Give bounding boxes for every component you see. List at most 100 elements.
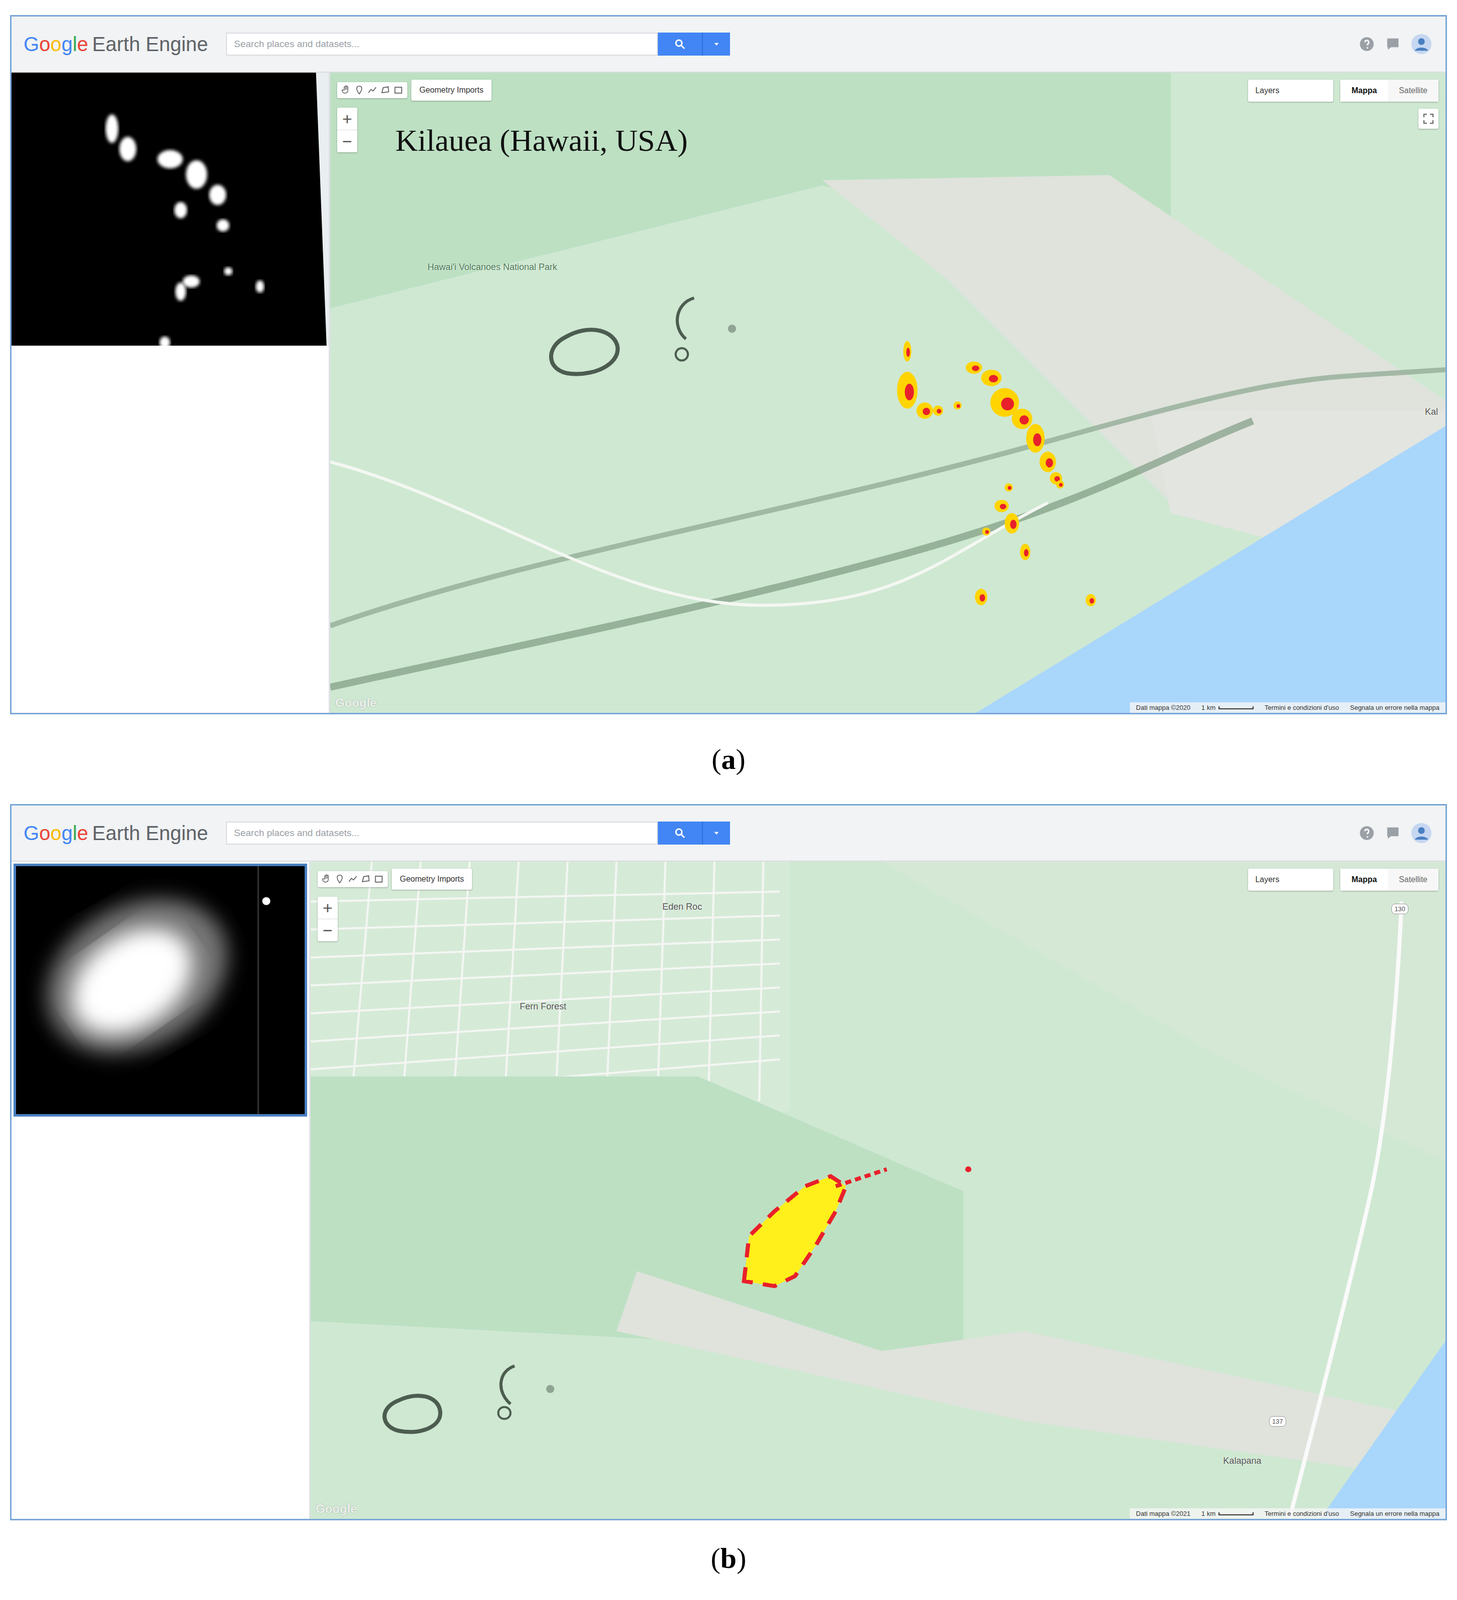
feedback-icon[interactable] — [1385, 36, 1401, 52]
zoom-control: +− — [337, 107, 358, 153]
hotspot — [982, 527, 991, 536]
zoom-out-button[interactable]: − — [337, 130, 358, 153]
figure: GoogleEarth EngineSearch places and data… — [0, 0, 1457, 1600]
logo-google: Google — [23, 33, 89, 56]
geometry-imports-button[interactable]: Geometry Imports — [411, 79, 492, 101]
polygon-icon[interactable] — [360, 874, 371, 885]
fullscreen-icon[interactable] — [1422, 112, 1435, 125]
map-type-button[interactable]: Mappa — [1340, 868, 1388, 891]
hotspot — [994, 500, 1010, 513]
layers-button[interactable]: Layers — [1248, 868, 1334, 891]
attribution-link[interactable]: Termini e condizioni d'uso — [1264, 1510, 1339, 1518]
rectangle-icon[interactable] — [393, 85, 404, 96]
search-field[interactable]: Search places and datasets... — [225, 32, 658, 56]
hotspot — [744, 1166, 972, 1287]
scale-bar: 1 km — [1201, 1510, 1254, 1518]
image-thumbnail — [13, 863, 308, 1117]
image-thumbnail — [11, 72, 329, 346]
account-icon[interactable] — [1411, 34, 1432, 55]
scale-bar: 1 km — [1201, 703, 1254, 712]
hotspot — [1056, 480, 1065, 489]
map-label: Hawai'i Volcanoes National Park — [427, 262, 558, 273]
map[interactable]: Hawai'i Volcanoes National ParkKalGeomet… — [330, 72, 1446, 713]
fullscreen-button[interactable] — [1418, 108, 1439, 129]
logo[interactable]: GoogleEarth Engine — [23, 822, 226, 845]
figure-caption: (b) — [10, 1520, 1447, 1596]
map-type-button[interactable]: Satellite — [1387, 868, 1439, 891]
map-label: Fern Forest — [519, 1001, 567, 1013]
account-icon[interactable] — [1411, 823, 1432, 844]
logo-google: Google — [23, 822, 89, 845]
search-dropdown[interactable] — [701, 821, 731, 845]
hotspot — [1004, 513, 1020, 534]
geometry-imports-button[interactable]: Geometry Imports — [391, 868, 472, 890]
logo-product: Earth Engine — [92, 822, 208, 845]
hotspot — [903, 341, 912, 362]
dropdown-icon[interactable] — [711, 39, 721, 49]
search-field[interactable]: Search places and datasets... — [225, 821, 658, 845]
map-attribution: Dati mappa ©2020 1 km Termini e condizioni… — [1129, 702, 1446, 713]
rectangle-icon[interactable] — [373, 874, 384, 885]
map-title: Kilauea (Hawaii, USA) — [395, 122, 688, 159]
pin-icon[interactable] — [334, 874, 345, 885]
attribution-link[interactable]: Dati mappa ©2021 — [1135, 1510, 1191, 1518]
hand-icon[interactable] — [341, 85, 352, 96]
map-canvas[interactable] — [330, 72, 1446, 713]
search-button[interactable] — [657, 32, 702, 56]
zoom-in-button[interactable]: + — [317, 896, 338, 920]
hotspot — [1085, 594, 1096, 607]
hotspot — [965, 361, 983, 375]
map-type-button[interactable]: Satellite — [1387, 79, 1439, 102]
pin-icon[interactable] — [354, 85, 365, 96]
attribution-link[interactable]: Termini e condizioni d'uso — [1264, 703, 1339, 712]
search-icon[interactable] — [673, 38, 686, 51]
hand-icon[interactable] — [321, 874, 332, 885]
map-label: Eden Roc — [662, 901, 702, 913]
help-icon[interactable] — [1359, 825, 1375, 841]
hotspot — [916, 402, 933, 419]
hotspot — [1026, 423, 1045, 453]
attribution-link[interactable]: Dati mappa ©2020 — [1135, 703, 1191, 712]
map-type-button[interactable]: Mappa — [1340, 79, 1388, 102]
thermal-image — [11, 72, 329, 346]
drawing-tools — [337, 82, 408, 99]
map-attribution: Dati mappa ©2021 1 km Termini e condizioni… — [1129, 1508, 1446, 1520]
top-bar: GoogleEarth EngineSearch places and data… — [11, 16, 1446, 73]
hotspot — [1039, 451, 1057, 473]
road-shield: 137 — [1269, 1416, 1287, 1427]
earth-engine-window: GoogleEarth EngineSearch places and data… — [10, 15, 1447, 715]
attribution-link[interactable]: Segnala un errore nella mappa — [1349, 703, 1440, 712]
map[interactable]: Eden RocFern ForestKalapana130137Geometr… — [310, 861, 1446, 1520]
logo[interactable]: GoogleEarth Engine — [23, 33, 226, 56]
map-type-toggle: MappaSatellite — [1340, 79, 1439, 102]
hotspot — [1012, 408, 1033, 430]
image-panel — [11, 72, 331, 713]
google-watermark: Google — [315, 1502, 358, 1517]
feedback-icon[interactable] — [1385, 825, 1401, 841]
zoom-in-button[interactable]: + — [337, 107, 358, 131]
attribution-link[interactable]: Segnala un errore nella mappa — [1349, 1510, 1440, 1518]
line-icon[interactable] — [347, 874, 358, 885]
thermal-image — [16, 866, 305, 1115]
top-bar: GoogleEarth EngineSearch places and data… — [11, 805, 1446, 862]
polygon-icon[interactable] — [380, 85, 391, 96]
figure-caption: (a) — [10, 714, 1447, 805]
hotspot — [953, 401, 962, 410]
image-panel — [11, 861, 311, 1520]
hotspot — [1020, 544, 1031, 561]
hotspot — [1004, 483, 1013, 492]
logo-product: Earth Engine — [92, 33, 208, 56]
hotspot — [975, 589, 988, 606]
map-type-toggle: MappaSatellite — [1340, 868, 1439, 891]
dropdown-icon[interactable] — [711, 828, 721, 838]
zoom-out-button[interactable]: − — [317, 919, 338, 942]
help-icon[interactable] — [1359, 36, 1375, 52]
map-label: Kalapana — [1223, 1455, 1262, 1467]
hotspot — [932, 405, 943, 416]
hotspot — [981, 369, 1002, 387]
search-icon[interactable] — [673, 827, 686, 840]
layers-button[interactable]: Layers — [1248, 79, 1334, 102]
search-dropdown[interactable] — [701, 32, 731, 56]
line-icon[interactable] — [367, 85, 378, 96]
search-button[interactable] — [657, 821, 702, 845]
